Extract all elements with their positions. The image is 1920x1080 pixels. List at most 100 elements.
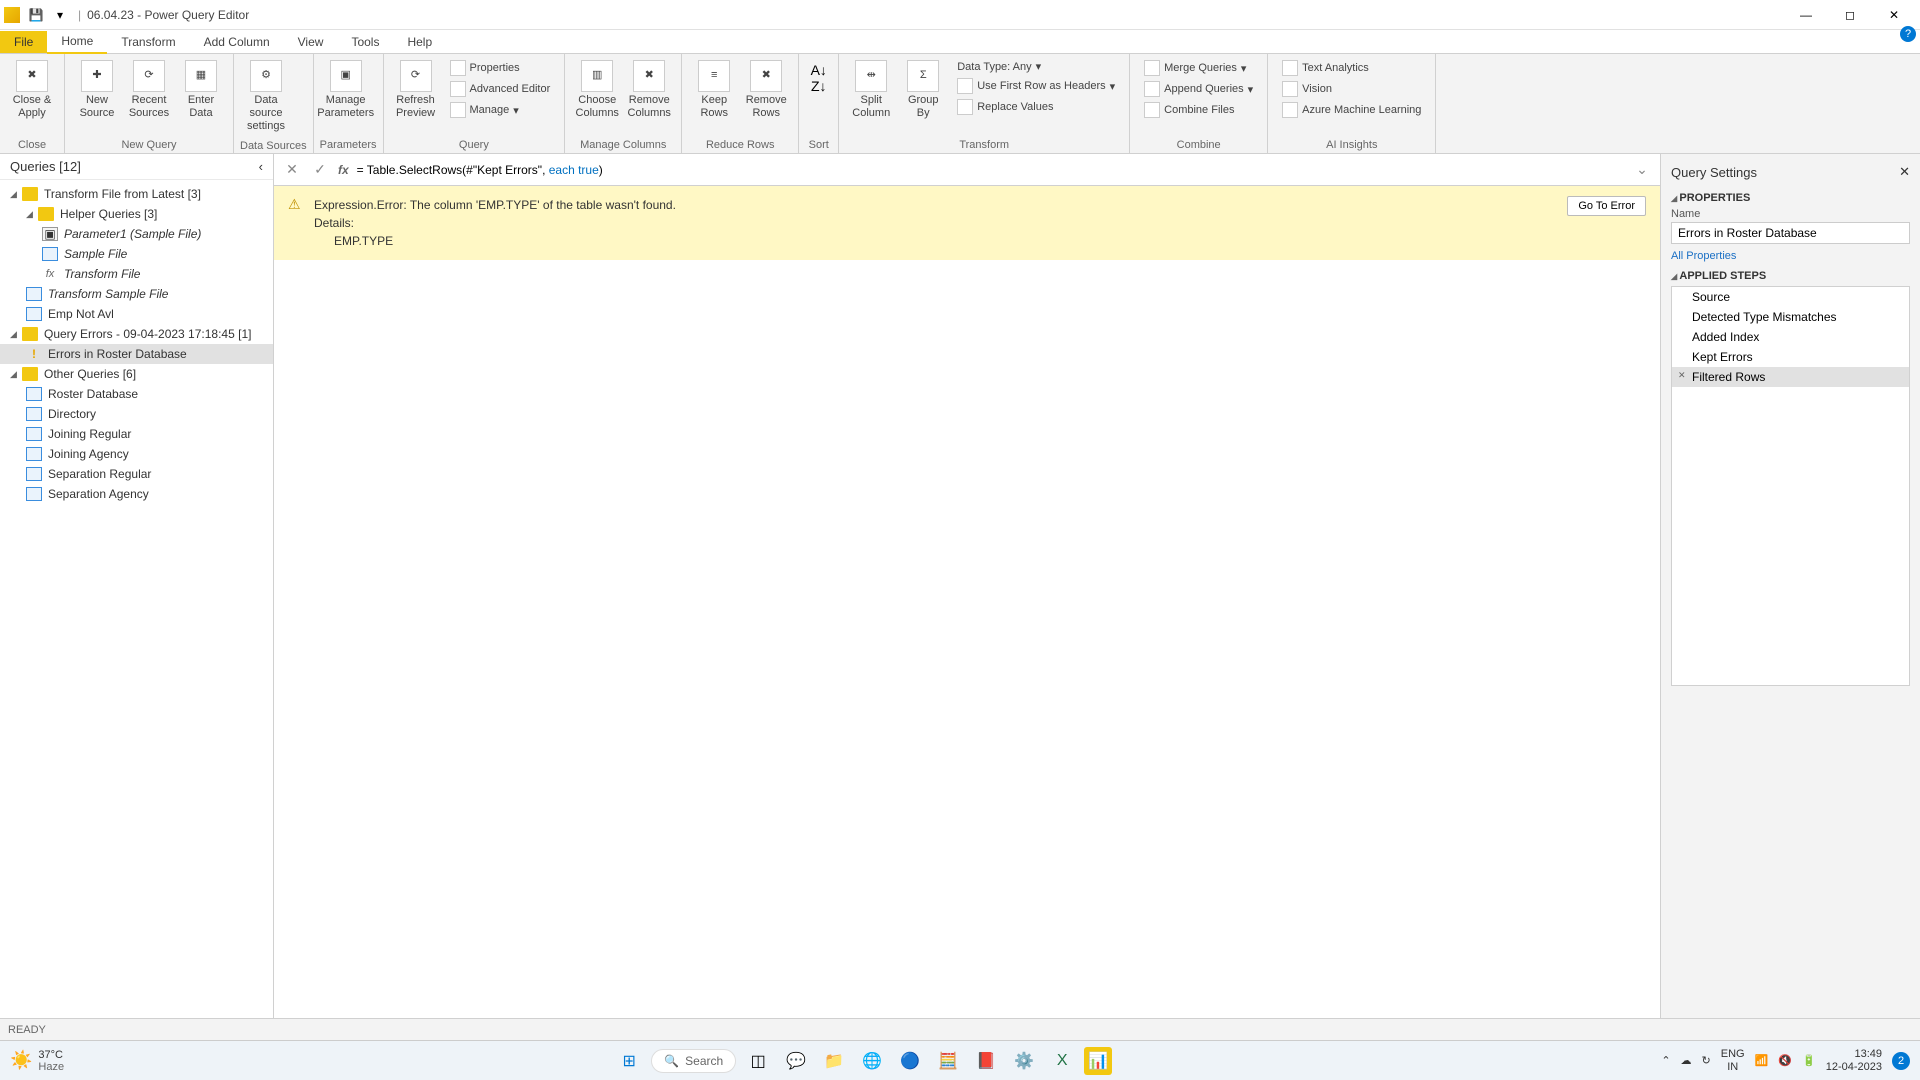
- tree-caret-icon[interactable]: ◢: [10, 369, 20, 380]
- recent-sources-button[interactable]: ⟳Recent Sources: [123, 56, 175, 124]
- close-apply-button[interactable]: ✖Close & Apply: [6, 56, 58, 124]
- tray-wifi-icon[interactable]: 📶: [1755, 1054, 1769, 1067]
- group-by-button[interactable]: ΣGroup By: [897, 56, 949, 124]
- powerbi-icon[interactable]: 📊: [1084, 1047, 1112, 1075]
- tab-home[interactable]: Home: [47, 30, 107, 54]
- tab-file[interactable]: File: [0, 31, 47, 53]
- tray-volume-icon[interactable]: 🔇: [1778, 1054, 1792, 1067]
- query-item[interactable]: Separation Regular: [0, 464, 273, 484]
- query-item[interactable]: fxTransform File: [0, 264, 273, 284]
- query-settings-panel: Query Settings ✕ PROPERTIES Name All Pro…: [1660, 154, 1920, 1018]
- pdf-icon[interactable]: 📕: [970, 1045, 1002, 1077]
- query-item[interactable]: ◢Transform File from Latest [3]: [0, 184, 273, 204]
- remove-columns-button[interactable]: ✖Remove Columns: [623, 56, 675, 124]
- query-item-label: Sample File: [64, 247, 267, 261]
- qat-dropdown-icon[interactable]: ▾: [50, 5, 70, 25]
- combine-files-button[interactable]: Combine Files: [1140, 100, 1257, 120]
- cancel-formula-button[interactable]: ✕: [282, 160, 302, 180]
- query-item[interactable]: !Errors in Roster Database: [0, 344, 273, 364]
- keep-rows-button[interactable]: ≡Keep Rows: [688, 56, 740, 124]
- tree-caret-icon[interactable]: ◢: [26, 209, 36, 220]
- close-window-button[interactable]: ✕: [1872, 1, 1916, 29]
- properties-button[interactable]: Properties: [446, 58, 555, 78]
- sort-asc-button[interactable]: A↓: [811, 62, 827, 78]
- tab-tools[interactable]: Tools: [337, 31, 393, 53]
- query-item[interactable]: Directory: [0, 404, 273, 424]
- query-name-input[interactable]: [1671, 222, 1910, 244]
- append-queries-button[interactable]: Append Queries ▾: [1140, 79, 1257, 99]
- minimize-button[interactable]: —: [1784, 1, 1828, 29]
- tray-battery-icon[interactable]: 🔋: [1802, 1054, 1816, 1067]
- help-badge-icon[interactable]: ?: [1900, 26, 1916, 42]
- query-item[interactable]: Emp Not Avl: [0, 304, 273, 324]
- applied-step-item[interactable]: Source: [1672, 287, 1909, 307]
- query-item[interactable]: ◢Other Queries [6]: [0, 364, 273, 384]
- taskbar-weather[interactable]: ☀️ 37°C Haze: [10, 1049, 64, 1073]
- tray-language[interactable]: ENGIN: [1721, 1048, 1745, 1072]
- applied-step-item[interactable]: Kept Errors: [1672, 347, 1909, 367]
- tab-help[interactable]: Help: [393, 31, 446, 53]
- advanced-editor-button[interactable]: Advanced Editor: [446, 79, 555, 99]
- manage-parameters-button[interactable]: ▣Manage Parameters: [320, 56, 372, 124]
- enter-data-button[interactable]: ▦Enter Data: [175, 56, 227, 124]
- tree-caret-icon[interactable]: ◢: [10, 329, 20, 340]
- all-properties-link[interactable]: All Properties: [1671, 250, 1736, 262]
- explorer-icon[interactable]: 📁: [818, 1045, 850, 1077]
- refresh-preview-button[interactable]: ⟳Refresh Preview: [390, 56, 442, 124]
- query-item[interactable]: Sample File: [0, 244, 273, 264]
- applied-step-item[interactable]: Detected Type Mismatches: [1672, 307, 1909, 327]
- tab-view[interactable]: View: [284, 31, 338, 53]
- replace-values-button[interactable]: Replace Values: [953, 97, 1119, 117]
- remove-rows-button[interactable]: ✖Remove Rows: [740, 56, 792, 124]
- collapse-queries-icon[interactable]: ‹: [259, 159, 263, 174]
- applied-step-item[interactable]: Filtered Rows: [1672, 367, 1909, 387]
- start-button[interactable]: ⊞: [613, 1045, 645, 1077]
- text-analytics-button[interactable]: Text Analytics: [1278, 58, 1425, 78]
- teams-icon[interactable]: 💬: [780, 1045, 812, 1077]
- query-item[interactable]: Separation Agency: [0, 484, 273, 504]
- sort-desc-button[interactable]: Z↓: [811, 78, 827, 94]
- query-item[interactable]: Joining Agency: [0, 444, 273, 464]
- query-item[interactable]: Roster Database: [0, 384, 273, 404]
- azure-ml-button[interactable]: Azure Machine Learning: [1278, 100, 1425, 120]
- settings-icon[interactable]: ⚙️: [1008, 1045, 1040, 1077]
- query-item[interactable]: Transform Sample File: [0, 284, 273, 304]
- formula-input[interactable]: = Table.SelectRows(#"Kept Errors", each …: [357, 163, 1624, 177]
- go-to-error-button[interactable]: Go To Error: [1567, 196, 1646, 216]
- tray-chevron-icon[interactable]: ⌃: [1661, 1054, 1670, 1067]
- expand-formula-button[interactable]: ⌄: [1632, 160, 1652, 180]
- tab-transform[interactable]: Transform: [107, 31, 189, 53]
- merge-queries-button[interactable]: Merge Queries ▾: [1140, 58, 1257, 78]
- chrome-icon[interactable]: 🔵: [894, 1045, 926, 1077]
- manage-button[interactable]: Manage ▾: [446, 100, 555, 120]
- query-item[interactable]: Joining Regular: [0, 424, 273, 444]
- new-source-button[interactable]: ✚New Source: [71, 56, 123, 124]
- task-view-button[interactable]: ◫: [742, 1045, 774, 1077]
- data-type-button[interactable]: Data Type: Any ▾: [953, 58, 1119, 75]
- vision-button[interactable]: Vision: [1278, 79, 1425, 99]
- close-settings-button[interactable]: ✕: [1899, 164, 1910, 180]
- calculator-icon[interactable]: 🧮: [932, 1045, 964, 1077]
- taskbar-search[interactable]: 🔍 Search: [651, 1049, 736, 1073]
- tree-caret-icon[interactable]: ◢: [10, 189, 20, 200]
- query-item[interactable]: ◢Helper Queries [3]: [0, 204, 273, 224]
- commit-formula-button[interactable]: ✓: [310, 160, 330, 180]
- tray-sync-icon[interactable]: ↻: [1702, 1054, 1711, 1067]
- query-item[interactable]: ▣Parameter1 (Sample File): [0, 224, 273, 244]
- query-item[interactable]: ◢Query Errors - 09-04-2023 17:18:45 [1]: [0, 324, 273, 344]
- data-source-settings-button[interactable]: ⚙Data source settings: [240, 56, 292, 138]
- excel-icon[interactable]: X: [1046, 1045, 1078, 1077]
- tab-addcolumn[interactable]: Add Column: [190, 31, 284, 53]
- choose-columns-button[interactable]: ▥Choose Columns: [571, 56, 623, 124]
- tray-clock[interactable]: 13:4912-04-2023: [1826, 1048, 1882, 1072]
- split-column-button[interactable]: ⇹Split Column: [845, 56, 897, 124]
- fx-icon[interactable]: fx: [338, 163, 349, 177]
- maximize-button[interactable]: ◻: [1828, 1, 1872, 29]
- edge-icon[interactable]: 🌐: [856, 1045, 888, 1077]
- tray-notifications-badge[interactable]: 2: [1892, 1052, 1910, 1070]
- first-row-headers-button[interactable]: Use First Row as Headers ▾: [953, 76, 1119, 96]
- save-icon[interactable]: 💾: [26, 5, 46, 25]
- center-content: ✕ ✓ fx = Table.SelectRows(#"Kept Errors"…: [274, 154, 1660, 1018]
- applied-step-item[interactable]: Added Index: [1672, 327, 1909, 347]
- tray-onedrive-icon[interactable]: ☁: [1681, 1054, 1692, 1067]
